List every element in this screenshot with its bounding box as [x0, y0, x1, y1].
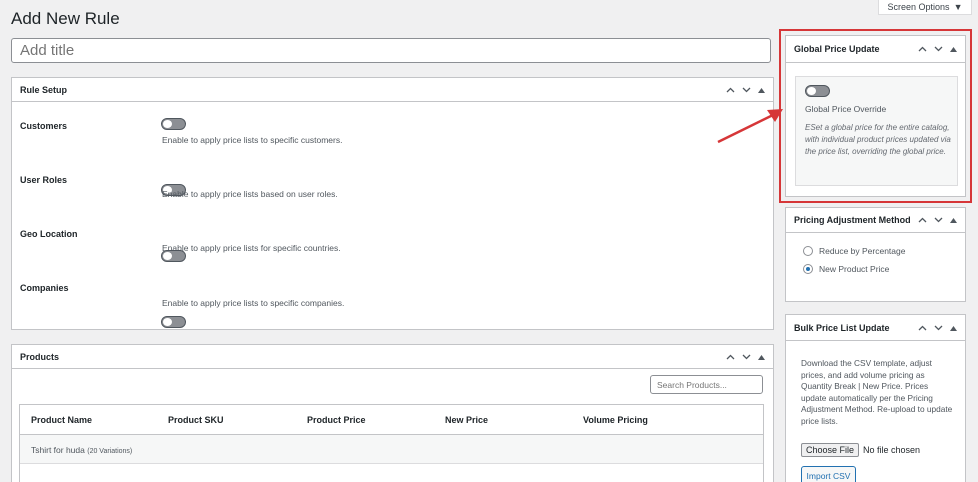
rule-setup-header: Rule Setup — [12, 78, 773, 102]
option-new-product-price[interactable]: New Product Price — [803, 264, 889, 274]
companies-toggle[interactable] — [161, 316, 186, 328]
move-down-icon[interactable] — [742, 352, 751, 362]
global-price-box: Global Price Update Global Price Overrid… — [785, 35, 966, 197]
bulk-update-desc: Download the CSV template, adjust prices… — [801, 358, 953, 426]
rule-setup-title: Rule Setup — [20, 84, 68, 95]
title-input[interactable] — [11, 38, 771, 63]
choose-file-button[interactable]: Choose File — [801, 443, 860, 457]
products-title: Products — [20, 351, 60, 362]
move-down-icon[interactable] — [934, 44, 943, 54]
global-price-desc: ESet a global price for the entire catal… — [805, 123, 951, 156]
collapse-toggle-icon[interactable] — [758, 352, 765, 362]
annotation-arrow-icon — [717, 109, 783, 144]
bulk-update-box: Bulk Price List Update Download the CSV … — [785, 314, 966, 482]
user-roles-desc: Enable to apply price lists based on use… — [162, 189, 338, 199]
no-file-label: No file chosen — [863, 445, 921, 455]
table-header-row: Product Name Product SKU Product Price N… — [20, 405, 763, 435]
bulk-update-header: Bulk Price List Update — [786, 315, 965, 341]
option-reduce-percentage[interactable]: Reduce by Percentage — [803, 246, 905, 256]
move-down-icon[interactable] — [742, 85, 751, 95]
collapse-toggle-icon[interactable] — [950, 44, 957, 54]
global-price-header: Global Price Update — [786, 36, 965, 63]
move-up-icon[interactable] — [726, 352, 735, 362]
products-table: Product Name Product SKU Product Price N… — [19, 404, 764, 482]
collapse-toggle-icon[interactable] — [758, 85, 765, 95]
customers-label: Customers — [20, 121, 68, 131]
screen-options-button[interactable]: Screen Options ▼ — [878, 0, 972, 15]
move-down-icon[interactable] — [934, 215, 943, 225]
global-price-title: Global Price Update — [794, 44, 880, 54]
move-up-icon[interactable] — [726, 85, 735, 95]
global-price-panel: Global Price Override ESet a global pric… — [795, 76, 958, 186]
rule-setup-box: Rule Setup — [11, 77, 774, 330]
screen-options-label: Screen Options — [887, 2, 950, 12]
product-variations: (20 Variations) — [87, 448, 133, 455]
radio-new-product-price[interactable] — [803, 264, 813, 274]
geo-location-desc: Enable to apply price lists for specific… — [162, 243, 341, 253]
move-down-icon[interactable] — [934, 323, 943, 333]
import-csv-button[interactable]: Import CSV — [801, 466, 856, 482]
product-name-cell: Tshirt for huda (20 Variations) — [31, 445, 132, 455]
companies-label: Companies — [20, 283, 69, 293]
bulk-update-title: Bulk Price List Update — [794, 322, 890, 333]
search-products-input[interactable] — [650, 375, 763, 394]
companies-desc: Enable to apply price lists to specific … — [162, 298, 345, 308]
move-up-icon[interactable] — [918, 215, 927, 225]
user-roles-label: User Roles — [20, 175, 68, 185]
table-row[interactable]: Tshirt for huda (20 Variations) — [20, 435, 763, 464]
caret-down-icon: ▼ — [953, 2, 963, 12]
product-name: Tshirt for huda — [31, 445, 85, 455]
customers-toggle[interactable] — [161, 118, 186, 130]
collapse-toggle-icon[interactable] — [950, 323, 957, 333]
move-up-icon[interactable] — [918, 44, 927, 54]
geo-location-label: Geo Location — [20, 229, 78, 239]
products-header: Products — [12, 345, 773, 369]
radio-reduce-percentage[interactable] — [803, 246, 813, 256]
col-product-sku: Product SKU — [168, 415, 224, 425]
global-price-override-label: Global Price Override — [805, 104, 887, 114]
pricing-method-title: Pricing Adjustment Method — [794, 215, 911, 225]
file-picker[interactable]: Choose File No file chosen — [801, 443, 920, 457]
col-product-price: Product Price — [307, 415, 366, 425]
col-new-price: New Price — [445, 415, 489, 425]
pricing-method-box: Pricing Adjustment Method Reduce by Perc… — [785, 207, 966, 302]
option-new-product-price-label: New Product Price — [819, 264, 890, 274]
col-volume-pricing: Volume Pricing — [583, 415, 648, 425]
page-title: Add New Rule — [11, 9, 120, 28]
global-price-override-toggle[interactable] — [805, 85, 830, 97]
move-up-icon[interactable] — [918, 323, 927, 333]
pricing-method-header: Pricing Adjustment Method — [786, 208, 965, 233]
collapse-toggle-icon[interactable] — [950, 215, 957, 225]
col-product-name: Product Name — [31, 415, 93, 425]
option-reduce-percentage-label: Reduce by Percentage — [819, 246, 906, 256]
customers-desc: Enable to apply price lists to specific … — [162, 135, 343, 145]
